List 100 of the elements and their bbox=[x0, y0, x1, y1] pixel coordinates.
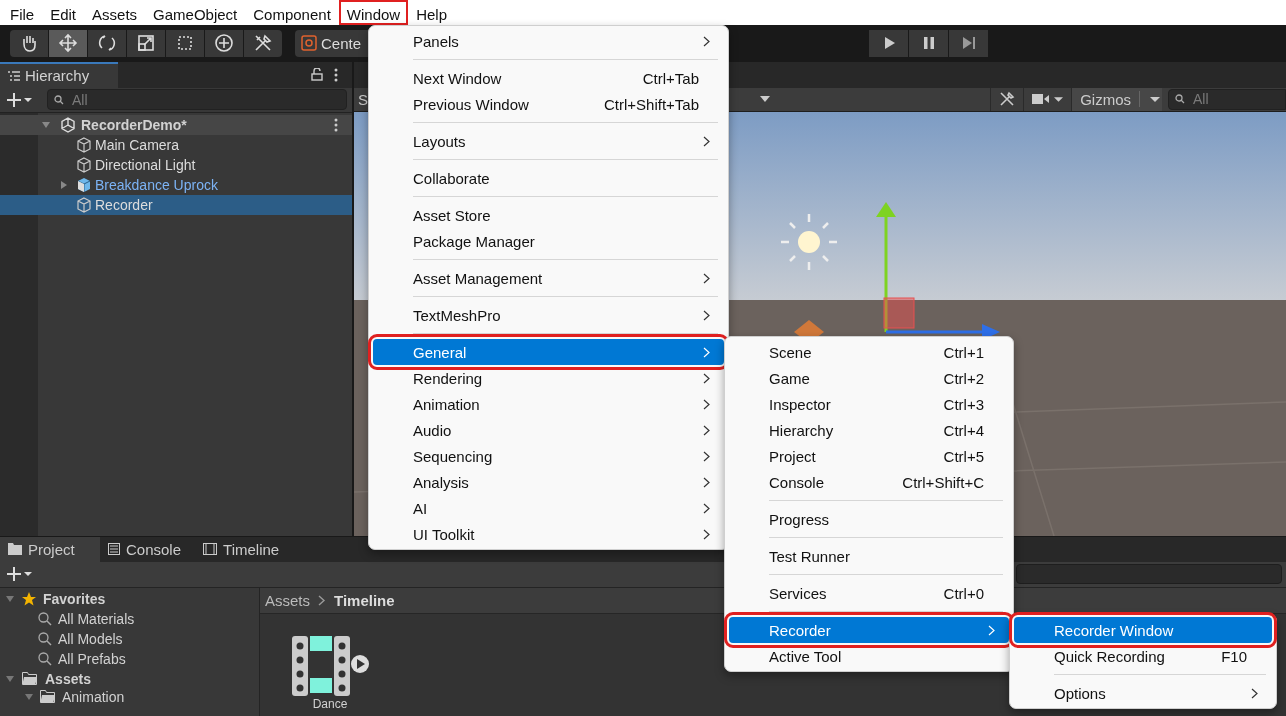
gizmos-dropdown[interactable]: Gizmos bbox=[1071, 87, 1162, 111]
console-tab[interactable]: Console bbox=[100, 536, 196, 562]
menu-bar-item[interactable]: Help bbox=[408, 0, 456, 25]
expand-arrow-icon[interactable] bbox=[5, 673, 15, 684]
search-icon bbox=[1175, 94, 1187, 105]
menu-item[interactable]: Package Manager bbox=[373, 228, 724, 254]
dropdown-caret-icon[interactable] bbox=[760, 96, 770, 103]
menu-item[interactable]: Analysis bbox=[373, 469, 724, 495]
menu-item[interactable]: Animation bbox=[373, 391, 724, 417]
search-icon bbox=[38, 611, 52, 626]
menu-bar-item[interactable]: Window bbox=[338, 0, 409, 25]
menu-bar-item[interactable]: File bbox=[2, 0, 43, 25]
play-button[interactable] bbox=[869, 29, 908, 57]
menu-item[interactable]: Previous Window Ctrl+Shift+Tab bbox=[373, 91, 724, 117]
unity-logo-icon bbox=[60, 116, 76, 133]
menu-bar-item[interactable]: GameObject bbox=[145, 0, 246, 25]
scene-row[interactable]: RecorderDemo* bbox=[0, 114, 352, 135]
menu-item[interactable]: Test Runner bbox=[729, 543, 1009, 569]
menu-bar-item[interactable]: Assets bbox=[84, 0, 146, 25]
folder-icon bbox=[22, 672, 38, 686]
menu-item[interactable]: Project Ctrl+5 bbox=[729, 443, 1009, 469]
timeline-asset-icon[interactable] bbox=[290, 633, 370, 698]
rect-tool-button[interactable] bbox=[166, 29, 204, 57]
more-icon[interactable] bbox=[334, 67, 338, 82]
tools-icon bbox=[999, 91, 1016, 108]
tree-item[interactable]: Assets bbox=[45, 670, 91, 687]
list-icon bbox=[8, 70, 20, 81]
menu-item[interactable]: Services Ctrl+0 bbox=[729, 580, 1009, 606]
step-icon bbox=[961, 36, 976, 51]
hierarchy-row[interactable]: Main Camera bbox=[38, 134, 352, 155]
scale-tool-button[interactable] bbox=[127, 29, 165, 57]
menu-bar-item[interactable]: Edit bbox=[42, 0, 85, 25]
menu-item[interactable]: Next Window Ctrl+Tab bbox=[373, 65, 724, 91]
console-icon bbox=[108, 543, 120, 556]
more-icon[interactable] bbox=[334, 117, 338, 132]
transform-icon bbox=[214, 33, 234, 54]
breadcrumb-link[interactable]: Assets bbox=[265, 591, 310, 609]
cube-icon bbox=[76, 176, 92, 193]
add-dropdown-icon[interactable] bbox=[7, 92, 33, 107]
hierarchy-row[interactable]: Recorder bbox=[0, 194, 352, 215]
menu-item[interactable]: Inspector Ctrl+3 bbox=[729, 391, 1009, 417]
transform-tool-button[interactable] bbox=[205, 29, 243, 57]
pause-button[interactable] bbox=[909, 29, 948, 57]
menu-item[interactable]: Active Tool bbox=[729, 643, 1009, 669]
hierarchy-tab[interactable]: Hierarchy bbox=[0, 61, 118, 88]
menu-item[interactable]: Rendering bbox=[373, 365, 724, 391]
cube-icon bbox=[76, 156, 92, 173]
custom-tool-button[interactable] bbox=[244, 29, 282, 57]
search-icon bbox=[54, 94, 66, 105]
move-icon bbox=[58, 33, 78, 54]
menu-item[interactable]: Quick Recording F10 bbox=[1014, 643, 1272, 669]
lock-icon[interactable] bbox=[311, 68, 323, 82]
menu-item[interactable]: Console Ctrl+Shift+C bbox=[729, 469, 1009, 495]
menu-item[interactable]: Sequencing bbox=[373, 443, 724, 469]
menu-item[interactable]: Scene Ctrl+1 bbox=[729, 339, 1009, 365]
menu-item[interactable]: Layouts bbox=[373, 128, 724, 154]
folder-icon bbox=[40, 690, 56, 704]
timeline-tab[interactable]: Timeline bbox=[195, 536, 294, 562]
breadcrumb-link[interactable]: Timeline bbox=[334, 591, 395, 609]
expand-arrow-icon[interactable] bbox=[5, 593, 15, 604]
pivot-icon bbox=[301, 35, 317, 52]
tree-item[interactable]: Favorites bbox=[43, 590, 106, 607]
expand-arrow-icon[interactable] bbox=[59, 179, 69, 190]
film-icon bbox=[203, 543, 218, 556]
project-tab[interactable]: Project bbox=[0, 536, 100, 562]
menu-item[interactable]: Asset Management bbox=[373, 265, 724, 291]
search-icon bbox=[38, 651, 52, 666]
search-icon bbox=[38, 631, 52, 646]
hand-tool-button[interactable] bbox=[10, 29, 48, 57]
pause-icon bbox=[921, 36, 936, 51]
tree-item[interactable]: All Materials bbox=[58, 610, 135, 627]
cube-icon bbox=[76, 196, 92, 213]
menu-item[interactable]: Progress bbox=[729, 506, 1009, 532]
menu-item[interactable]: UI Toolkit bbox=[373, 521, 724, 547]
cube-icon bbox=[76, 136, 92, 153]
hierarchy-row[interactable]: Directional Light bbox=[38, 154, 352, 175]
caret-icon bbox=[1054, 96, 1064, 102]
expand-arrow-icon[interactable] bbox=[24, 691, 34, 702]
menu-item[interactable]: Game Ctrl+2 bbox=[729, 365, 1009, 391]
caret-icon bbox=[1150, 96, 1160, 102]
step-button[interactable] bbox=[949, 29, 988, 57]
menu-item[interactable]: AI bbox=[373, 495, 724, 521]
menu-item[interactable]: Collaborate bbox=[373, 165, 724, 191]
hierarchy-row[interactable]: Breakdance Uprock bbox=[38, 174, 352, 195]
menu-item[interactable]: Audio bbox=[373, 417, 724, 443]
menu-item[interactable]: Asset Store bbox=[373, 202, 724, 228]
tree-item[interactable]: All Prefabs bbox=[58, 650, 126, 667]
move-tool-button[interactable] bbox=[49, 29, 87, 57]
tree-item[interactable]: Animation bbox=[62, 688, 125, 705]
toolbar-label: S bbox=[358, 90, 368, 108]
tree-item[interactable]: All Models bbox=[58, 630, 123, 647]
add-dropdown-icon[interactable] bbox=[7, 567, 33, 582]
menu-item[interactable]: TextMeshPro bbox=[373, 302, 724, 328]
menu-item[interactable]: Options bbox=[1014, 680, 1272, 706]
menu-item[interactable]: Hierarchy Ctrl+4 bbox=[729, 417, 1009, 443]
rotate-tool-button[interactable] bbox=[88, 29, 126, 57]
asset-name: Dance bbox=[312, 697, 348, 711]
search-field[interactable] bbox=[1016, 564, 1282, 585]
star-icon bbox=[22, 591, 36, 606]
menu-bar-item[interactable]: Component bbox=[245, 0, 339, 25]
